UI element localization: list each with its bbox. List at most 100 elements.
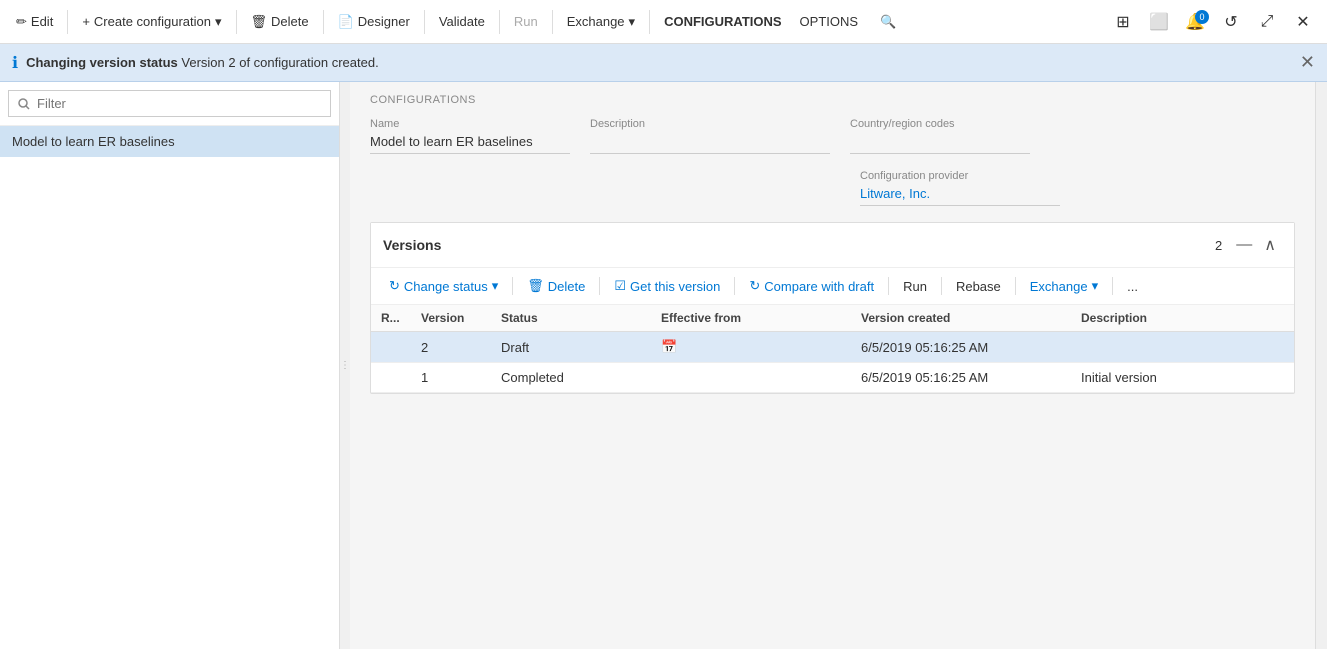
v-sep-7	[1112, 277, 1113, 295]
drag-dots-icon: ⋮	[340, 360, 350, 371]
v-delete-icon: 🗑	[527, 278, 544, 294]
more-options-button[interactable]: ...	[1119, 275, 1146, 298]
config-country-label: Country/region codes	[850, 118, 1030, 130]
versions-collapse-button[interactable]: —	[1230, 234, 1258, 256]
row2-status: Completed	[491, 363, 651, 393]
toolbar-sep-7	[649, 10, 650, 34]
change-status-button[interactable]: ↻ Change status ▾	[381, 274, 506, 298]
config-description-field: Description	[590, 118, 830, 154]
versions-count: 2	[1215, 238, 1222, 253]
versions-title: Versions	[383, 237, 1215, 253]
sidebar: Model to learn ER baselines	[0, 82, 340, 649]
delete-button[interactable]: 🗑 Delete	[243, 10, 317, 34]
sidebar-filter-area	[0, 82, 339, 126]
main-layout: Model to learn ER baselines ⋮ CONFIGURAT…	[0, 82, 1327, 649]
content-area: CONFIGURATIONS Name Model to learn ER ba…	[350, 82, 1315, 649]
v-sep-4	[888, 277, 889, 295]
v-sep-2	[599, 277, 600, 295]
table-header-row: R... Version Status Effective from Versi…	[371, 305, 1294, 332]
versions-table: R... Version Status Effective from Versi…	[371, 305, 1294, 393]
notification-close-button[interactable]: ✕	[1300, 52, 1315, 73]
col-header-description: Description	[1071, 305, 1294, 332]
table-row[interactable]: 2 Draft 📅 6/5/2019 05:16:25 AM	[371, 332, 1294, 363]
config-description-value	[590, 134, 830, 154]
toolbar-sep-3	[323, 10, 324, 34]
search-icon: 🔍	[880, 14, 896, 30]
exchange-chevron-icon: ▾	[629, 14, 636, 30]
exchange-button[interactable]: Exchange ▾	[559, 10, 643, 34]
col-header-version: Version	[411, 305, 491, 332]
run-button[interactable]: Run	[506, 10, 546, 33]
sidebar-item-model[interactable]: Model to learn ER baselines	[0, 126, 339, 157]
compare-icon: ↻	[749, 278, 760, 294]
versions-delete-button[interactable]: 🗑 Delete	[519, 274, 593, 298]
sidebar-resize-handle[interactable]: ⋮	[340, 82, 350, 649]
versions-toolbar: ↻ Change status ▾ 🗑 Delete ☑ Get this ve…	[371, 268, 1294, 305]
v-sep-5	[941, 277, 942, 295]
config-description-label: Description	[590, 118, 830, 130]
search-button[interactable]: 🔍	[872, 10, 904, 34]
scrollbar[interactable]	[1315, 82, 1327, 649]
row1-r	[371, 332, 411, 363]
toolbar-sep-2	[236, 10, 237, 34]
get-version-icon: ☑	[614, 278, 626, 294]
options-nav-button[interactable]: OPTIONS	[792, 10, 867, 33]
popout-button[interactable]: ⤢	[1251, 6, 1283, 38]
toolbar-sep-5	[499, 10, 500, 34]
close-button[interactable]: ✕	[1287, 6, 1319, 38]
office-icon-button[interactable]: ⬜	[1143, 6, 1175, 38]
designer-icon: 📄	[338, 14, 354, 30]
col-header-version-created: Version created	[851, 305, 1071, 332]
toolbar-sep-1	[67, 10, 68, 34]
grid-icon-button[interactable]: ⊞	[1107, 6, 1139, 38]
versions-panel: Versions 2 — ∧ ↻ Change status ▾ 🗑 Delet…	[370, 222, 1295, 394]
config-header: CONFIGURATIONS Name Model to learn ER ba…	[350, 82, 1315, 206]
row1-effective-from: 📅	[651, 332, 851, 363]
notification-bar: ℹ Changing version status Version 2 of c…	[0, 44, 1327, 82]
table-row[interactable]: 1 Completed 6/5/2019 05:16:25 AM Initial…	[371, 363, 1294, 393]
row2-version: 1	[411, 363, 491, 393]
versions-expand-button[interactable]: ∧	[1258, 233, 1282, 257]
config-fields: Name Model to learn ER baselines Descrip…	[370, 118, 1295, 154]
versions-header: Versions 2 — ∧	[371, 223, 1294, 268]
rebase-button[interactable]: Rebase	[948, 275, 1009, 298]
config-provider-link[interactable]: Litware, Inc.	[860, 186, 1060, 206]
versions-exchange-button[interactable]: Exchange ▾	[1022, 274, 1106, 298]
configurations-nav-button[interactable]: CONFIGURATIONS	[656, 10, 789, 33]
designer-button[interactable]: 📄 Designer	[330, 10, 418, 34]
row1-version: 2	[411, 332, 491, 363]
row1-version-created: 6/5/2019 05:16:25 AM	[851, 332, 1071, 363]
config-provider-label: Configuration provider	[860, 170, 1060, 182]
config-section-label: CONFIGURATIONS	[370, 94, 1295, 106]
edit-icon: ✏	[16, 14, 27, 30]
refresh-button[interactable]: ↺	[1215, 6, 1247, 38]
row2-version-created: 6/5/2019 05:16:25 AM	[851, 363, 1071, 393]
chevron-down-icon: ▾	[215, 14, 222, 30]
main-toolbar: ✏ Edit + Create configuration ▾ 🗑 Delete…	[0, 0, 1327, 44]
config-country-value	[850, 134, 1030, 154]
row1-description	[1071, 332, 1294, 363]
compare-draft-button[interactable]: ↻ Compare with draft	[741, 274, 882, 298]
row2-description: Initial version	[1071, 363, 1294, 393]
config-country-field: Country/region codes	[850, 118, 1030, 154]
config-provider-row: Configuration provider Litware, Inc.	[370, 170, 1295, 206]
config-name-value: Model to learn ER baselines	[370, 134, 570, 154]
change-status-chevron-icon: ▾	[492, 278, 499, 294]
window-controls: ⊞ ⬜ 🔔 0 ↺ ⤢ ✕	[1107, 6, 1319, 38]
get-version-button[interactable]: ☑ Get this version	[606, 274, 728, 298]
versions-run-button[interactable]: Run	[895, 275, 935, 298]
filter-input[interactable]	[8, 90, 331, 117]
create-configuration-button[interactable]: + Create configuration ▾	[74, 10, 229, 34]
delete-icon: 🗑	[251, 14, 268, 30]
validate-button[interactable]: Validate	[431, 10, 493, 33]
plus-icon: +	[82, 14, 90, 29]
col-header-status: Status	[491, 305, 651, 332]
row2-r	[371, 363, 411, 393]
change-status-icon: ↻	[389, 278, 400, 294]
v-sep-1	[512, 277, 513, 295]
notification-text: Changing version status Version 2 of con…	[26, 55, 1292, 70]
toolbar-sep-6	[552, 10, 553, 34]
calendar-icon: 📅	[661, 339, 677, 354]
toolbar-sep-4	[424, 10, 425, 34]
edit-button[interactable]: ✏ Edit	[8, 10, 61, 34]
